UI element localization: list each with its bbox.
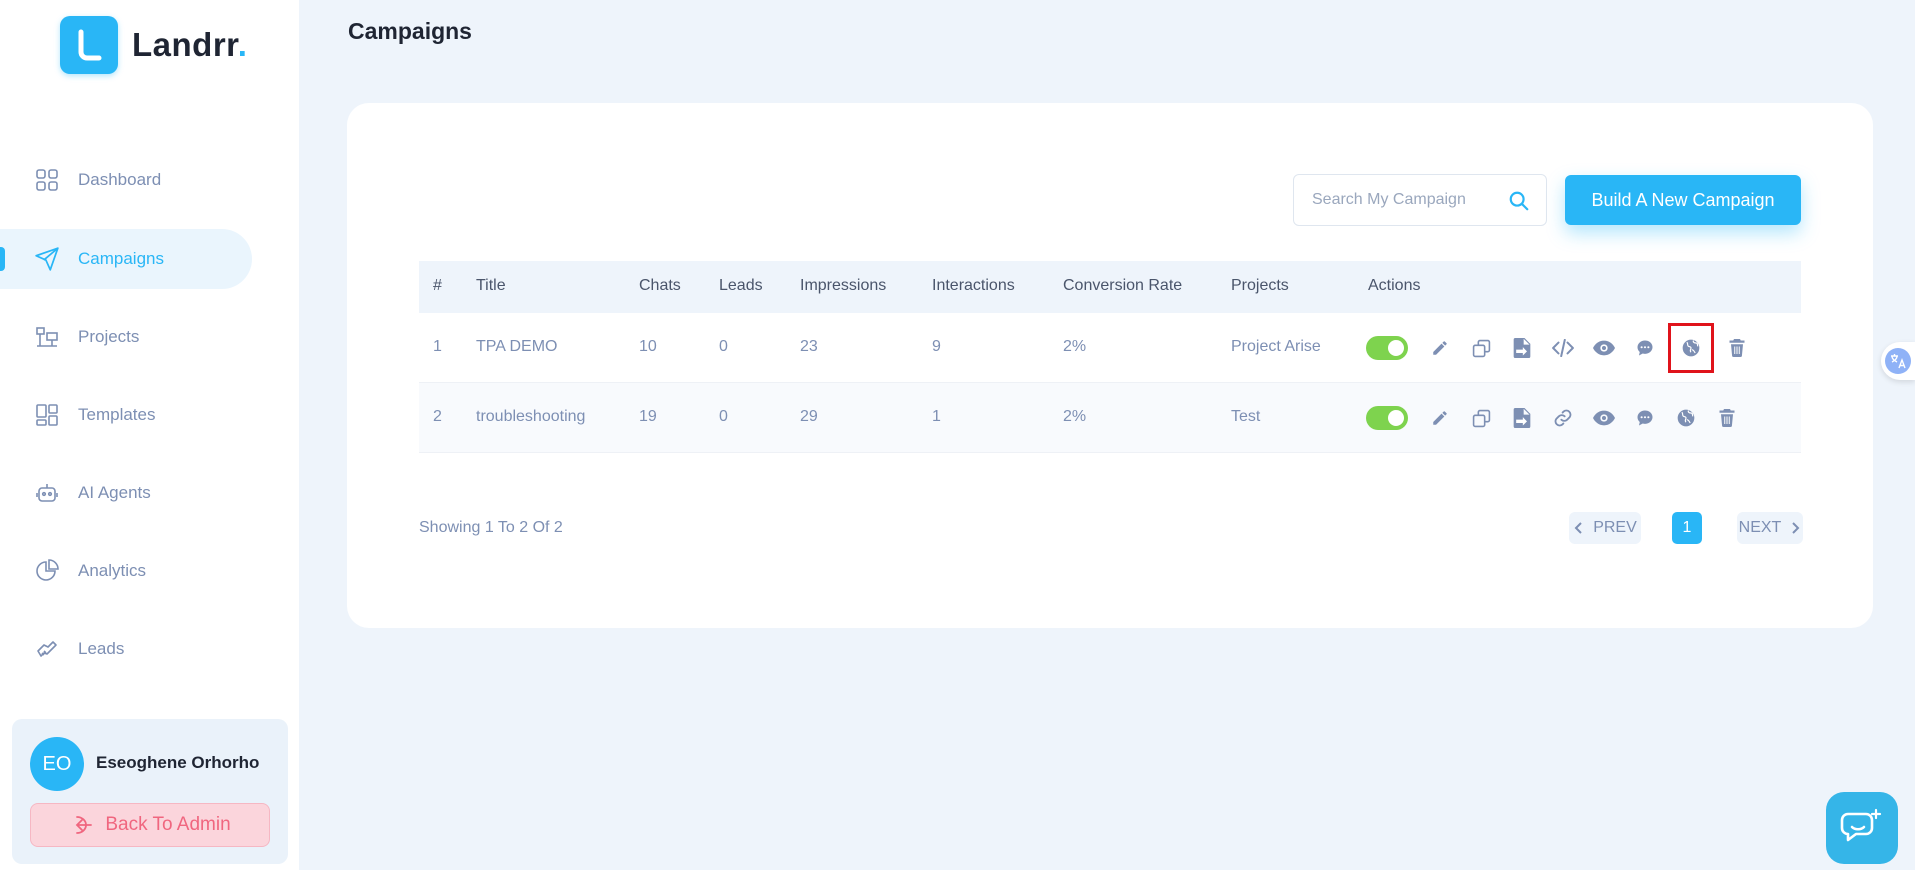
export-file-icon[interactable] xyxy=(1504,400,1540,436)
row-actions xyxy=(1366,323,1760,373)
column-header: Conversion Rate xyxy=(1063,277,1183,294)
impressions-count: 23 xyxy=(800,338,818,355)
search-input[interactable] xyxy=(1312,189,1502,211)
globe-icon[interactable] xyxy=(1668,323,1714,373)
logo-text: Landrr. xyxy=(132,26,248,63)
translate-icon xyxy=(1885,348,1911,374)
campaign-title: TPA DEMO xyxy=(476,338,558,355)
campaign-title: troubleshooting xyxy=(476,408,586,425)
trash-icon[interactable] xyxy=(1719,330,1755,366)
trash-icon[interactable] xyxy=(1709,400,1745,436)
preview-eye-icon[interactable] xyxy=(1586,330,1622,366)
column-header: Actions xyxy=(1368,277,1421,294)
export-file-icon[interactable] xyxy=(1504,330,1540,366)
pie-chart-icon xyxy=(34,558,60,584)
sidebar-item-label: Leads xyxy=(78,639,125,658)
page-title: Campaigns xyxy=(348,18,472,44)
campaign-toggle[interactable] xyxy=(1366,406,1408,430)
logo[interactable]: Landrr. xyxy=(60,16,247,74)
page-number-current[interactable]: 1 xyxy=(1672,512,1702,544)
chat-support-button[interactable] xyxy=(1826,792,1898,864)
edit-icon[interactable] xyxy=(1422,400,1458,436)
next-label: NEXT xyxy=(1738,519,1782,536)
column-header: Leads xyxy=(719,277,763,294)
edit-icon[interactable] xyxy=(1422,330,1458,366)
back-to-admin-label: Back To Admin xyxy=(105,814,231,835)
search-box xyxy=(1293,174,1547,226)
leads-count: 0 xyxy=(719,408,728,425)
row-number: 1 xyxy=(433,338,442,355)
sidebar-item-label: Templates xyxy=(78,405,156,424)
project-name: Project Arise xyxy=(1231,338,1321,355)
preview-eye-icon[interactable] xyxy=(1586,400,1622,436)
sidebar-item-projects[interactable]: Projects xyxy=(0,307,252,367)
table-row: 2 troubleshooting 19 0 29 1 2% Test xyxy=(419,383,1801,453)
sidebar-item-label: Projects xyxy=(78,327,140,346)
pagination-summary: Showing 1 To 2 Of 2 xyxy=(419,519,563,536)
projects-icon xyxy=(34,324,60,350)
chats-count: 10 xyxy=(639,338,657,355)
column-header: # xyxy=(433,277,442,294)
user-name: Eseoghene Orhorho xyxy=(96,753,260,772)
chat-support-icon xyxy=(1840,808,1882,842)
sidebar-item-label: AI Agents xyxy=(78,483,151,502)
send-icon xyxy=(34,246,60,272)
sidebar-item-templates[interactable]: Templates xyxy=(0,385,252,445)
embed-code-icon[interactable] xyxy=(1545,330,1581,366)
campaigns-card: Build A New Campaign # Title Chats Leads… xyxy=(347,103,1873,628)
logo-mark-icon xyxy=(60,16,118,74)
leads-count: 0 xyxy=(719,338,728,355)
row-actions xyxy=(1366,400,1750,436)
chats-count: 19 xyxy=(639,408,657,425)
duplicate-icon[interactable] xyxy=(1463,400,1499,436)
chat-bubble-icon[interactable] xyxy=(1627,330,1663,366)
grid-icon xyxy=(34,167,60,193)
handshake-icon xyxy=(34,636,60,662)
build-new-campaign-button[interactable]: Build A New Campaign xyxy=(1565,175,1801,225)
column-header: Projects xyxy=(1231,277,1289,294)
chat-bubble-icon[interactable] xyxy=(1627,400,1663,436)
column-header: Impressions xyxy=(800,277,887,294)
table-header: # Title Chats Leads Impressions Interact… xyxy=(419,261,1801,313)
prev-label: PREV xyxy=(1593,519,1637,536)
sidebar-item-label: Analytics xyxy=(78,561,147,580)
templates-icon xyxy=(34,402,60,428)
globe-icon[interactable] xyxy=(1668,400,1704,436)
sidebar: Landrr. Dashboard Campaigns Projects Tem… xyxy=(0,0,299,870)
column-header: Interactions xyxy=(932,277,1015,294)
sidebar-item-leads[interactable]: Leads xyxy=(0,619,252,679)
logout-icon xyxy=(76,816,93,834)
table-row: 1 TPA DEMO 10 0 23 9 2% Project Arise xyxy=(419,313,1801,383)
back-to-admin-button[interactable]: Back To Admin xyxy=(30,803,270,847)
sidebar-item-campaigns[interactable]: Campaigns xyxy=(0,229,252,289)
search-icon[interactable] xyxy=(1508,190,1530,217)
next-page-button[interactable]: NEXT xyxy=(1737,512,1803,544)
robot-icon xyxy=(34,480,60,506)
sidebar-item-label: Dashboard xyxy=(78,170,162,189)
sidebar-item-ai-agents[interactable]: AI Agents xyxy=(0,463,252,523)
chevron-right-icon xyxy=(1792,522,1800,534)
avatar[interactable]: EO xyxy=(30,737,84,791)
chevron-left-icon xyxy=(1574,522,1582,534)
interactions-count: 1 xyxy=(932,408,941,425)
column-header: Chats xyxy=(639,277,681,294)
sidebar-item-label: Campaigns xyxy=(78,249,164,268)
interactions-count: 9 xyxy=(932,338,941,355)
translate-widget[interactable] xyxy=(1881,342,1915,380)
duplicate-icon[interactable] xyxy=(1463,330,1499,366)
conversion-rate: 2% xyxy=(1063,408,1087,425)
campaigns-table: # Title Chats Leads Impressions Interact… xyxy=(419,261,1801,453)
sidebar-item-analytics[interactable]: Analytics xyxy=(0,541,252,601)
row-number: 2 xyxy=(433,408,442,425)
campaign-toggle[interactable] xyxy=(1366,336,1408,360)
sidebar-item-dashboard[interactable]: Dashboard xyxy=(0,150,252,210)
prev-page-button[interactable]: PREV xyxy=(1569,512,1641,544)
impressions-count: 29 xyxy=(800,408,818,425)
project-name: Test xyxy=(1231,408,1261,425)
user-card: EO Eseoghene Orhorho Back To Admin xyxy=(12,719,288,864)
link-icon[interactable] xyxy=(1545,400,1581,436)
conversion-rate: 2% xyxy=(1063,338,1087,355)
column-header: Title xyxy=(476,277,506,294)
